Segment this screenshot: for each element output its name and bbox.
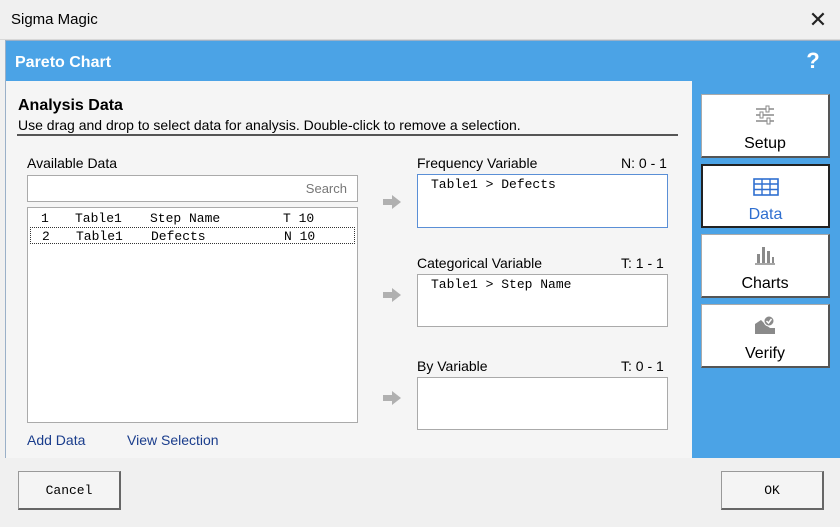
by-variable-label: By Variable (417, 358, 488, 374)
nav-data-button[interactable]: Data (701, 164, 830, 228)
add-data-link[interactable]: Add Data (27, 432, 85, 448)
sliders-icon (756, 105, 774, 125)
button-bar (0, 458, 840, 527)
close-button[interactable]: ✕ (800, 4, 836, 36)
categorical-constraint: T: 1 - 1 (621, 255, 664, 271)
row-number: 2 (42, 229, 50, 244)
move-to-by-arrow-icon[interactable] (383, 391, 401, 405)
available-data-label: Available Data (27, 155, 118, 171)
frequency-variable-field[interactable]: Table1 > Defects (417, 174, 668, 228)
nav-charts-label: Charts (741, 275, 789, 292)
row-table: Table1 (75, 211, 122, 226)
cancel-button-label: Cancel (45, 482, 93, 498)
categorical-variable-value: Table1 > Step Name (431, 277, 572, 292)
row-type: T 10 (283, 211, 315, 226)
list-item[interactable]: 2 Table1 Defects N 10 (30, 227, 355, 244)
frequency-constraint: N: 0 - 1 (621, 155, 667, 171)
list-item[interactable]: 1 Table1 Step Name T 10 (30, 210, 355, 227)
categorical-variable-field[interactable]: Table1 > Step Name (417, 274, 668, 327)
row-name: Step Name (150, 211, 221, 226)
nav-verify-button[interactable]: Verify (701, 304, 830, 368)
view-selection-link[interactable]: View Selection (127, 432, 219, 448)
row-table: Table1 (76, 229, 123, 244)
frequency-variable-label: Frequency Variable (417, 155, 538, 171)
nav-setup-label: Setup (744, 135, 786, 152)
nav-verify-label: Verify (744, 345, 785, 362)
ok-button[interactable]: OK (721, 471, 824, 510)
help-button[interactable]: ? (798, 48, 828, 74)
section-divider (17, 134, 678, 136)
search-box (27, 175, 358, 202)
section-subtitle: Use drag and drop to select data for ana… (18, 117, 521, 133)
dialog-title: Pareto Chart (15, 54, 112, 71)
window-title: Sigma Magic (11, 11, 98, 28)
categorical-variable-label: Categorical Variable (417, 255, 543, 271)
frequency-variable-value: Table1 > Defects (431, 177, 556, 192)
move-to-frequency-arrow-icon[interactable] (383, 195, 401, 209)
ok-button-label: OK (764, 482, 780, 498)
row-number: 1 (41, 211, 49, 226)
row-name: Defects (151, 229, 206, 244)
help-icon: ? (806, 48, 820, 73)
bar-chart-icon (755, 247, 775, 265)
available-data-list[interactable]: 1 Table1 Step Name T 10 2 Table1 Defects… (27, 207, 358, 423)
by-constraint: T: 0 - 1 (621, 358, 664, 374)
cancel-button[interactable]: Cancel (18, 471, 121, 510)
nav-charts-button[interactable]: Charts (701, 234, 830, 298)
section-title: Analysis Data (18, 97, 123, 114)
verify-icon (755, 315, 775, 334)
nav-data-label: Data (748, 206, 783, 223)
title-bar: Sigma Magic (0, 0, 840, 40)
dialog-header: Pareto Chart (6, 41, 840, 81)
table-icon (752, 178, 779, 196)
move-to-categorical-arrow-icon[interactable] (383, 288, 401, 302)
nav-setup-button[interactable]: Setup (701, 94, 830, 158)
close-icon: ✕ (808, 7, 828, 32)
by-variable-field[interactable] (417, 377, 668, 430)
row-type: N 10 (284, 229, 316, 244)
search-input[interactable] (28, 176, 357, 201)
